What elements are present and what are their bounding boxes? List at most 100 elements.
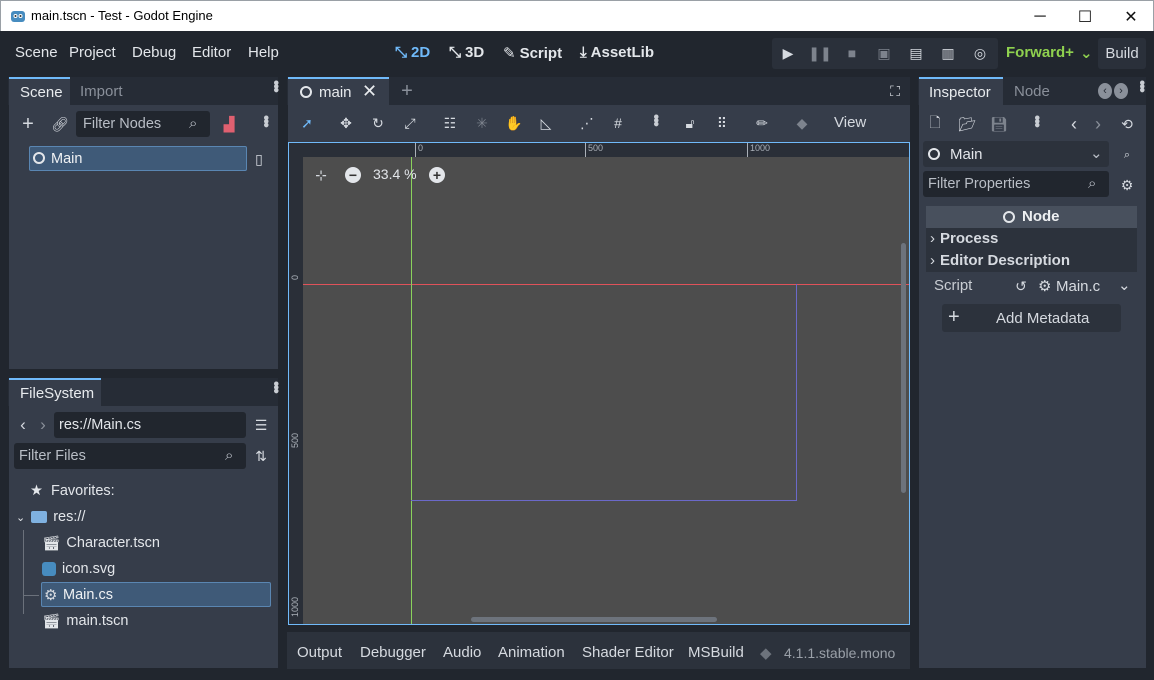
- file-row-icon[interactable]: icon.svg: [42, 557, 115, 581]
- filesystem-menu-icon[interactable]: •••: [266, 381, 284, 392]
- vertical-scrollbar[interactable]: [901, 243, 906, 493]
- dock-move-right-icon[interactable]: ›: [1114, 83, 1128, 99]
- script-value-picker[interactable]: ⚙ Main.c ⌄: [1038, 276, 1138, 298]
- select-mode-icon[interactable]: ➚: [298, 113, 316, 133]
- view-menu[interactable]: View: [834, 114, 866, 131]
- tab-node[interactable]: Node: [1014, 83, 1050, 100]
- open-folder-icon[interactable]: 📂︎: [958, 113, 976, 135]
- list-select-icon[interactable]: ☷: [441, 113, 459, 133]
- center-view-icon[interactable]: ⊹: [313, 167, 329, 183]
- tab-filesystem[interactable]: FileSystem: [9, 378, 101, 406]
- add-node-icon[interactable]: +: [17, 112, 39, 136]
- play-custom-scene-icon[interactable]: ▥: [938, 42, 958, 64]
- tab-import[interactable]: Import: [80, 83, 123, 100]
- canvas-viewport[interactable]: 0 500 1000 0 500 1000 ⊹ − 33.4 % +: [288, 142, 910, 625]
- play-scene-icon[interactable]: ▤: [906, 42, 926, 64]
- menu-scene[interactable]: Scene: [15, 44, 58, 61]
- attached-script-icon[interactable]: ▯: [251, 149, 267, 169]
- menu-debug[interactable]: Debug: [132, 44, 176, 61]
- tab-output[interactable]: Output: [297, 644, 342, 661]
- class-header-node[interactable]: Node: [926, 206, 1137, 228]
- rotate-mode-icon[interactable]: ↻: [369, 113, 387, 133]
- close-tab-icon[interactable]: ✕: [362, 81, 377, 102]
- inspector-options-icon[interactable]: •••: [1027, 115, 1045, 126]
- file-row-main-cs[interactable]: ⚙ Main.cs: [41, 582, 271, 607]
- distraction-free-icon[interactable]: ⛶: [886, 81, 904, 101]
- close-window-button[interactable]: ✕: [1108, 1, 1154, 32]
- instance-scene-icon[interactable]: ▟: [218, 112, 240, 136]
- workspace-2d-button[interactable]: ⤡ 2D: [395, 44, 430, 61]
- folder-row-res[interactable]: ⌄ res://: [16, 505, 85, 529]
- ruler-mode-icon[interactable]: ◺: [537, 113, 555, 133]
- add-scene-tab-icon[interactable]: +: [398, 80, 416, 102]
- menu-help[interactable]: Help: [248, 44, 279, 61]
- movie-maker-icon[interactable]: ◎: [970, 42, 990, 64]
- stop-icon[interactable]: ■: [842, 42, 862, 64]
- path-field[interactable]: res://Main.cs: [54, 412, 246, 438]
- dock-move-left-icon[interactable]: ‹: [1098, 83, 1112, 99]
- scene-menu-icon[interactable]: •••: [256, 115, 274, 126]
- smart-snap-icon[interactable]: ⋰: [578, 113, 596, 133]
- scale-mode-icon[interactable]: ⤢: [401, 113, 419, 133]
- revert-icon[interactable]: ↺: [1013, 277, 1029, 295]
- filter-files-input[interactable]: Filter Files ⌕: [14, 443, 246, 469]
- play-icon[interactable]: ▶: [778, 42, 798, 64]
- recent-history-icon[interactable]: ⟲: [1118, 113, 1136, 135]
- add-metadata-button[interactable]: + Add Metadata: [942, 304, 1121, 332]
- dock-menu-icon[interactable]: •••: [266, 80, 284, 91]
- move-mode-icon[interactable]: ✥: [337, 113, 355, 133]
- remote-debug-icon[interactable]: ▣: [874, 42, 894, 64]
- zoom-out-icon[interactable]: −: [345, 167, 361, 183]
- minimize-button[interactable]: ─: [1017, 1, 1063, 32]
- sort-icon[interactable]: ⇅: [252, 445, 270, 467]
- doc-icon[interactable]: ⌕: [1117, 144, 1137, 166]
- menu-editor[interactable]: Editor: [192, 44, 231, 61]
- filter-properties-input[interactable]: Filter Properties ⌕: [923, 171, 1109, 197]
- zoom-level[interactable]: 33.4 %: [373, 166, 417, 182]
- history-back-icon[interactable]: ‹: [1066, 113, 1082, 135]
- renderer-selector[interactable]: Forward+ ⌄: [1006, 44, 1093, 62]
- tab-debugger[interactable]: Debugger: [360, 644, 426, 661]
- pivot-icon[interactable]: ✳: [473, 113, 491, 133]
- zoom-in-icon[interactable]: +: [429, 167, 445, 183]
- workspace-assetlib-button[interactable]: ⤓ AssetLib: [580, 44, 654, 61]
- forward-icon[interactable]: ›: [36, 414, 50, 436]
- tab-audio[interactable]: Audio: [443, 644, 481, 661]
- object-selector[interactable]: Main ⌄: [923, 141, 1109, 167]
- history-forward-icon[interactable]: ›: [1090, 113, 1106, 135]
- version-label[interactable]: 4.1.1.stable.mono: [784, 645, 895, 661]
- tab-scene[interactable]: Scene: [9, 77, 70, 105]
- section-process[interactable]: › Process: [926, 228, 1137, 250]
- pan-mode-icon[interactable]: ✋: [505, 113, 523, 133]
- section-editor-description[interactable]: › Editor Description: [926, 250, 1137, 272]
- maximize-button[interactable]: ☐: [1062, 1, 1108, 32]
- file-row-character[interactable]: 🎬︎ Character.tscn: [42, 531, 160, 555]
- pause-icon[interactable]: ❚❚: [808, 42, 831, 64]
- grid-snap-icon[interactable]: #: [609, 113, 627, 133]
- tab-main-scene[interactable]: main ✕: [288, 77, 389, 105]
- property-settings-icon[interactable]: ⚙: [1118, 174, 1136, 196]
- split-view-icon[interactable]: ☰: [252, 414, 270, 436]
- lock-icon[interactable]: 🔓︎: [681, 113, 699, 133]
- build-button[interactable]: Build: [1098, 38, 1146, 69]
- inspector-dock-menu-icon[interactable]: •••: [1132, 80, 1150, 91]
- tab-shader-editor[interactable]: Shader Editor: [582, 644, 674, 661]
- camera-icon[interactable]: ◆: [793, 113, 811, 133]
- link-icon[interactable]: 🔗︎: [49, 112, 71, 136]
- workspace-3d-button[interactable]: ⤡ 3D: [449, 44, 484, 61]
- tab-inspector[interactable]: Inspector: [919, 77, 1003, 105]
- file-row-main-tscn[interactable]: 🎬︎ main.tscn: [42, 609, 128, 633]
- snap-options-icon[interactable]: •••: [646, 114, 664, 125]
- menu-project[interactable]: Project: [69, 44, 116, 61]
- horizontal-scrollbar[interactable]: [471, 617, 717, 622]
- workspace-script-button[interactable]: ✎ Script: [503, 44, 562, 63]
- save-icon[interactable]: 💾︎: [990, 113, 1008, 135]
- group-icon[interactable]: ⠿: [713, 113, 731, 133]
- new-resource-icon[interactable]: 🗋︎: [926, 113, 944, 135]
- bone-icon[interactable]: ✏: [753, 113, 771, 133]
- filter-nodes-input[interactable]: Filter Nodes ⌕: [76, 111, 210, 137]
- tab-msbuild[interactable]: MSBuild: [688, 644, 744, 661]
- back-icon[interactable]: ‹: [16, 414, 30, 436]
- tree-item-main[interactable]: Main: [29, 146, 247, 171]
- favorites-row[interactable]: ★ Favorites:: [30, 479, 115, 503]
